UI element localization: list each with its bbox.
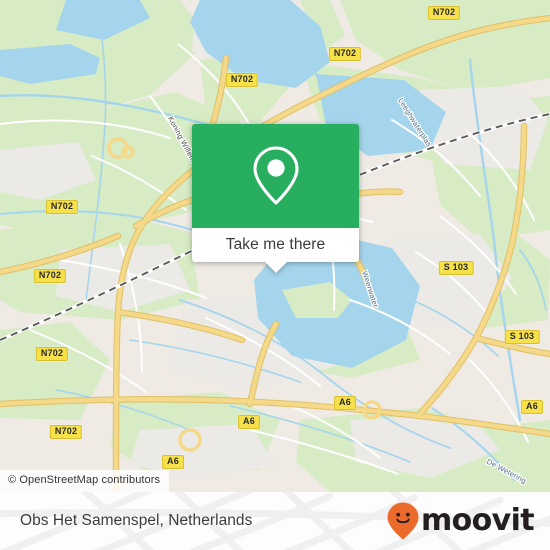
osm-attribution[interactable]: © OpenStreetMap contributors — [0, 470, 170, 492]
map-viewport[interactable]: Koning Willem-Alexanderweg Leeghwaterpla… — [0, 0, 550, 492]
road-shield-s103[interactable]: S 103 — [504, 330, 540, 344]
road-shield-n702[interactable]: N702 — [427, 6, 461, 20]
road-shield-s103[interactable]: S 103 — [438, 261, 474, 275]
road-shield-n702[interactable]: N702 — [328, 47, 362, 61]
road-shield-n702[interactable]: N702 — [45, 200, 79, 214]
road-shield-a6[interactable]: A6 — [162, 455, 184, 469]
footer-bar: Obs Het Samenspel, Netherlands moovit — [0, 492, 550, 550]
road-shield-a6[interactable]: A6 — [334, 396, 356, 410]
road-shield-a6[interactable]: A6 — [238, 415, 260, 429]
moovit-smiley-pin-icon — [387, 502, 419, 540]
road-shield-n702[interactable]: N702 — [49, 425, 83, 439]
road-shield-n702[interactable]: N702 — [33, 269, 67, 283]
popup-body[interactable]: Take me there — [192, 228, 359, 262]
location-popup-card[interactable]: Take me there — [192, 124, 359, 273]
popup-header — [192, 124, 359, 228]
moovit-map-page: Koning Willem-Alexanderweg Leeghwaterpla… — [0, 0, 550, 550]
place-title: Obs Het Samenspel, Netherlands — [20, 512, 253, 529]
road-shield-n702[interactable]: N702 — [35, 347, 69, 361]
popup-pointer-tail — [264, 262, 287, 273]
moovit-logo[interactable]: moovit — [386, 501, 535, 541]
road-shield-n702[interactable]: N702 — [225, 73, 259, 87]
road-shield-a6[interactable]: A6 — [521, 400, 543, 414]
moovit-wordmark: moovit — [420, 503, 535, 538]
map-pin-icon — [252, 146, 299, 205]
take-me-there-button[interactable]: Take me there — [226, 236, 326, 254]
